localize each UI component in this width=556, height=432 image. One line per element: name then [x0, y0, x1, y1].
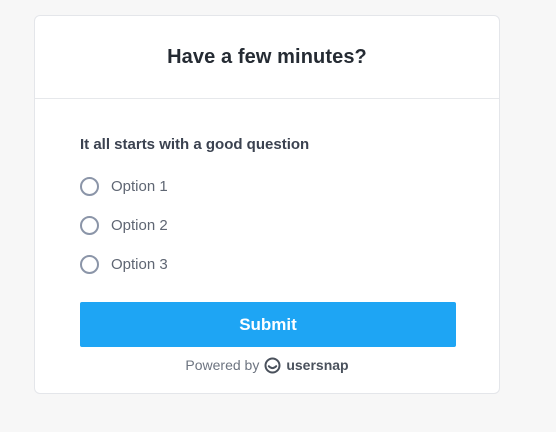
powered-by-text: Powered by — [185, 357, 260, 373]
survey-header: Have a few minutes? — [35, 16, 499, 99]
question-text: It all starts with a good question — [80, 136, 310, 153]
survey-body: It all starts with a good question Optio… — [35, 99, 499, 375]
option-1[interactable]: Option 1 — [80, 167, 454, 206]
option-3[interactable]: Option 3 — [80, 245, 454, 284]
survey-card: Have a few minutes? It all starts with a… — [34, 15, 500, 394]
radio-option-2[interactable] — [80, 216, 99, 235]
powered-by[interactable]: Powered by usersnap — [80, 355, 454, 375]
option-1-label: Option 1 — [111, 178, 168, 195]
usersnap-logo-icon — [264, 357, 281, 374]
options-list: Option 1 Option 2 Option 3 — [80, 167, 454, 284]
submit-button[interactable]: Submit — [80, 302, 456, 347]
radio-option-1[interactable] — [80, 177, 99, 196]
option-2[interactable]: Option 2 — [80, 206, 454, 245]
survey-title: Have a few minutes? — [167, 45, 367, 68]
brand-name: usersnap — [286, 357, 349, 373]
radio-option-3[interactable] — [80, 255, 99, 274]
option-2-label: Option 2 — [111, 217, 168, 234]
option-3-label: Option 3 — [111, 256, 168, 273]
